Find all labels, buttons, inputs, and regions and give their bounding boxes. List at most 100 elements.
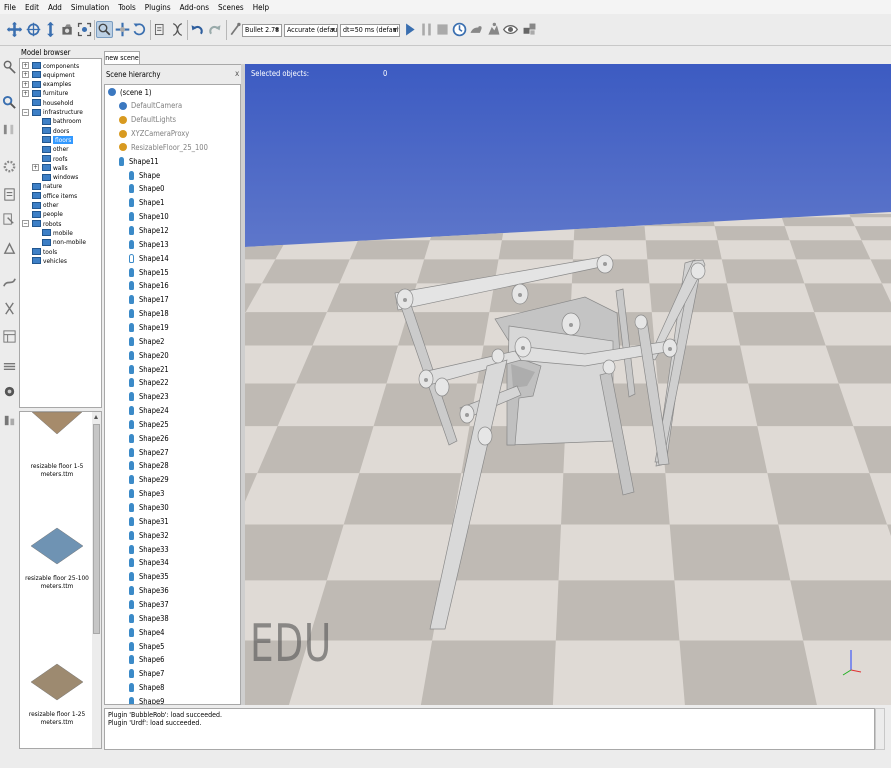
hierarchy-item[interactable]: Shape25 xyxy=(129,418,169,430)
model-folder-item[interactable]: vehicles xyxy=(32,256,67,265)
hierarchy-item[interactable]: Shape23 xyxy=(129,391,169,403)
model-folder-item[interactable]: + furniture xyxy=(22,89,68,98)
model-thumbnail[interactable]: resizable floor 1-25 meters.ttm xyxy=(22,660,92,726)
shape-edit-icon[interactable] xyxy=(2,241,17,256)
collections-icon[interactable] xyxy=(2,187,17,202)
scene-objects-icon[interactable] xyxy=(521,21,538,38)
menu-item[interactable]: Simulation xyxy=(71,3,109,12)
expand-toggle-icon[interactable]: + xyxy=(22,80,29,88)
hierarchy-item[interactable]: Shape5 xyxy=(129,640,164,652)
model-folder-item[interactable]: household xyxy=(32,98,73,107)
hierarchy-item[interactable]: Shape16 xyxy=(129,280,169,292)
simulation-settings-icon[interactable] xyxy=(2,59,17,74)
hierarchy-item[interactable]: (scene 1) xyxy=(108,86,152,98)
layers-icon[interactable] xyxy=(2,359,17,374)
hierarchy-item[interactable]: Shape4 xyxy=(129,626,164,638)
undo-icon[interactable] xyxy=(189,21,206,38)
real-time-icon[interactable] xyxy=(451,21,468,38)
model-folder-item[interactable]: other xyxy=(32,201,59,210)
scene-viewport[interactable]: Selected objects: 0 EDU xyxy=(245,64,891,705)
model-folder-item[interactable]: windows xyxy=(42,173,78,182)
accuracy-select[interactable]: Accurate (default) xyxy=(284,24,338,37)
physics-engine-select[interactable]: Bullet 2.78 xyxy=(242,24,282,37)
joint-icon[interactable] xyxy=(2,122,17,137)
timestep-select[interactable]: dt=50 ms (default) xyxy=(340,24,400,37)
model-browser-icon[interactable] xyxy=(2,329,17,344)
hierarchy-item[interactable]: Shape24 xyxy=(129,405,169,417)
menu-item[interactable]: Add xyxy=(48,3,62,12)
hierarchy-item[interactable]: Shape30 xyxy=(129,502,169,514)
hierarchy-item[interactable]: Shape11 xyxy=(119,155,159,167)
hierarchy-item[interactable]: Shape20 xyxy=(129,349,169,361)
expand-toggle-icon[interactable]: + xyxy=(22,62,29,69)
model-folder-item[interactable]: roofs xyxy=(42,154,68,163)
transfer-dna-icon[interactable] xyxy=(169,21,186,38)
hierarchy-item[interactable]: Shape1 xyxy=(129,197,164,209)
model-folder-item[interactable]: + components xyxy=(22,61,79,70)
model-browser-tree[interactable]: + components + equipment + examples + furniture… xyxy=(19,58,102,408)
hierarchy-item[interactable]: Shape13 xyxy=(129,238,169,250)
hierarchy-item[interactable]: Shape31 xyxy=(129,515,169,527)
object-select-icon[interactable] xyxy=(96,21,113,38)
hierarchy-item[interactable]: DefaultCamera xyxy=(119,100,182,112)
expand-toggle-icon[interactable]: + xyxy=(22,71,29,79)
hierarchy-item[interactable]: Shape28 xyxy=(129,460,169,472)
camera-shift-icon[interactable] xyxy=(42,21,59,38)
menu-item[interactable]: Help xyxy=(253,3,269,12)
close-icon[interactable]: x xyxy=(235,69,239,78)
model-thumbnail[interactable]: resizable floor 1-5 meters.ttm xyxy=(22,412,92,478)
menu-item[interactable]: Plugins xyxy=(145,3,171,12)
stop-icon[interactable] xyxy=(434,21,451,38)
scene-hierarchy-tree[interactable]: (scene 1) DefaultCamera DefaultLights XYZCa… xyxy=(104,84,241,705)
play-icon[interactable] xyxy=(401,21,418,38)
expand-toggle-icon[interactable]: − xyxy=(22,108,29,116)
model-folder-item[interactable]: − robots xyxy=(22,219,61,228)
user-settings-icon[interactable] xyxy=(2,413,17,428)
hierarchy-item[interactable]: Shape37 xyxy=(129,598,169,610)
object-rotate-icon[interactable] xyxy=(131,21,148,38)
hierarchy-item[interactable]: Shape17 xyxy=(129,294,169,306)
hierarchy-item[interactable]: Shape3 xyxy=(129,488,164,500)
hierarchy-item[interactable]: Shape9 xyxy=(129,695,164,704)
hierarchy-item[interactable]: Shape35 xyxy=(129,571,169,583)
selection-icon[interactable] xyxy=(2,301,17,316)
model-folder-item[interactable]: − infrastructure xyxy=(22,108,83,117)
hierarchy-item[interactable]: Shape36 xyxy=(129,585,169,597)
hierarchy-item[interactable]: Shape34 xyxy=(129,557,169,569)
model-folder-item[interactable]: people xyxy=(32,210,63,219)
search-icon[interactable] xyxy=(2,95,17,110)
thumbnails-scrollbar-thumb[interactable] xyxy=(93,424,100,634)
hierarchy-item[interactable]: Shape6 xyxy=(129,654,164,666)
model-folder-item[interactable]: floors xyxy=(42,135,74,144)
hierarchy-item[interactable]: Shape7 xyxy=(129,668,164,680)
hierarchy-item[interactable]: Shape8 xyxy=(129,682,164,694)
hierarchy-item[interactable]: Shape32 xyxy=(129,529,169,541)
hierarchy-item[interactable]: Shape15 xyxy=(129,266,169,278)
path-edit-icon[interactable] xyxy=(2,275,17,290)
model-folder-item[interactable]: doors xyxy=(42,126,69,135)
slow-down-icon[interactable] xyxy=(468,21,485,38)
expand-toggle-icon[interactable]: − xyxy=(22,220,29,228)
menu-item[interactable]: Add-ons xyxy=(180,3,209,12)
model-folder-item[interactable]: + examples xyxy=(22,80,71,89)
camera-angle-icon[interactable] xyxy=(59,21,76,38)
video-recorder-icon[interactable] xyxy=(2,384,17,399)
fit-to-view-icon[interactable] xyxy=(76,21,93,38)
assemble-icon[interactable] xyxy=(152,21,169,38)
hierarchy-item[interactable]: Shape14 xyxy=(129,252,169,264)
expand-toggle-icon[interactable]: + xyxy=(32,164,39,172)
model-folder-item[interactable]: non-mobile xyxy=(42,238,86,247)
hierarchy-item[interactable]: Shape18 xyxy=(129,308,169,320)
tab-new-scene[interactable]: new scene xyxy=(104,51,140,64)
camera-rotate-icon[interactable] xyxy=(25,21,42,38)
object-shift-icon[interactable] xyxy=(114,21,131,38)
hierarchy-item[interactable]: Shape12 xyxy=(129,225,169,237)
hierarchy-item[interactable]: Shape22 xyxy=(129,377,169,389)
scripts-icon[interactable] xyxy=(2,212,17,227)
model-folder-item[interactable]: other xyxy=(42,145,69,154)
hierarchy-item[interactable]: Shape21 xyxy=(129,363,169,375)
hierarchy-item[interactable]: Shape10 xyxy=(129,211,169,223)
hierarchy-item[interactable]: Shape29 xyxy=(129,474,169,486)
hierarchy-item[interactable]: Shape33 xyxy=(129,543,169,555)
menu-item[interactable]: Tools xyxy=(118,3,136,12)
